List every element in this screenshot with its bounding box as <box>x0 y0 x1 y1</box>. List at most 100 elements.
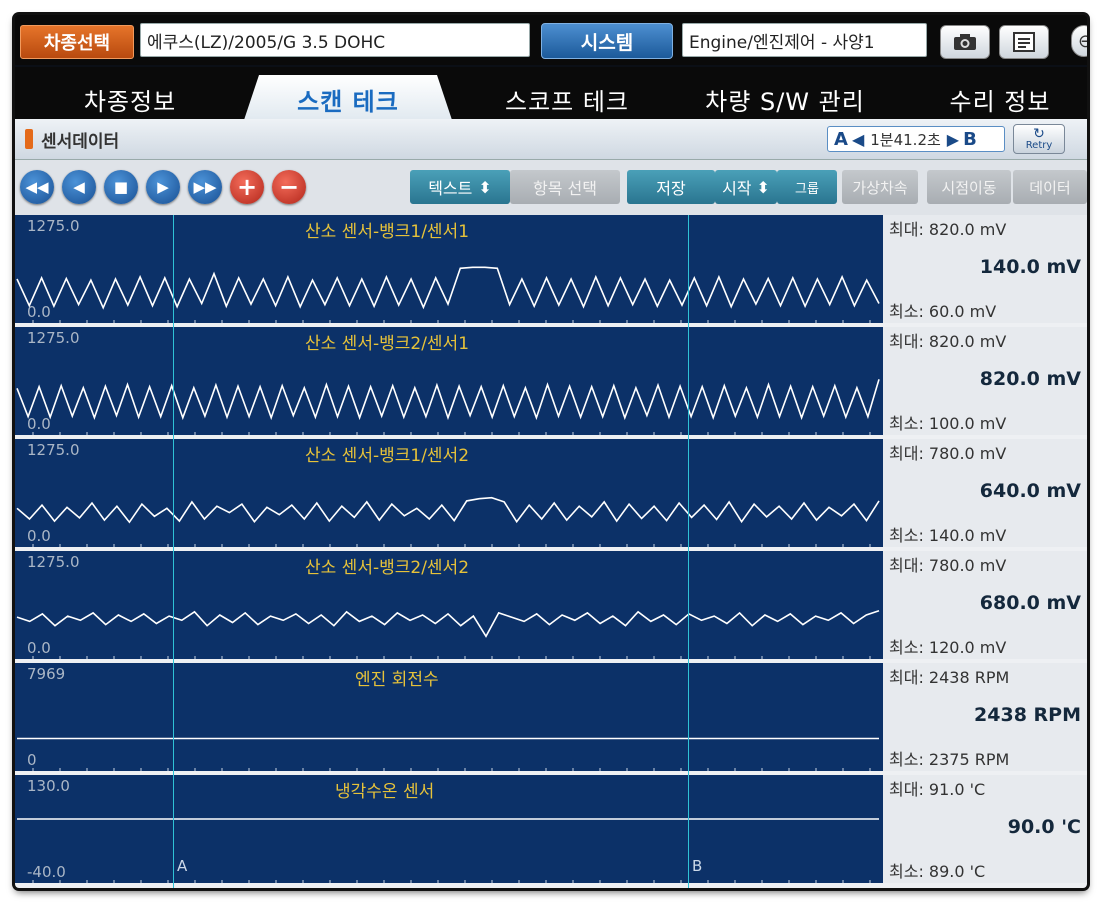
chart-title: 산소 센서-뱅크2/센서2 <box>305 558 470 578</box>
virtual-speed-button[interactable]: 가상차속 <box>842 170 918 204</box>
zoom-in-icon[interactable]: + <box>230 170 264 204</box>
text-button[interactable]: 텍스트 ⬍ <box>410 170 510 204</box>
page-title: 센서데이터 <box>41 132 120 152</box>
value-readout: 최대: 820.0 mV 820.0 mV 최소: 100.0 mV <box>883 327 1087 435</box>
toolbar: ◀◀ ◀ ■ ▶ ▶▶ + − 텍스트 ⬍ 항목 선택 저장 시작 ⬍ 그룹 가상차… <box>15 160 1087 215</box>
chart-title: 냉각수온 센서 <box>335 782 435 802</box>
chart-panel: 1275.0 0.0 산소 센서-뱅크2/센서1 <box>15 327 883 435</box>
chart-title: 엔진 회전수 <box>355 670 439 690</box>
tab-bar: 차종정보 스캔 테크 스코프 테크 차량 S/W 관리 수리 정보 <box>15 67 1087 123</box>
current-value: 90.0 'C <box>1007 816 1081 838</box>
sensor-data-titlebar: 센서데이터 A ◀ 1분41.2초 ▶ B ↻ Retry <box>15 119 1087 160</box>
min-value: 최소: 89.0 'C <box>889 862 986 881</box>
tab-scope-tech[interactable]: 스코프 테크 <box>467 75 667 123</box>
system-field[interactable]: Engine/엔진제어 - 사양1 <box>682 23 927 57</box>
min-value: 최소: 140.0 mV <box>889 526 1007 545</box>
current-value: 140.0 mV <box>979 256 1081 278</box>
value-readout: 최대: 91.0 'C 90.0 'C 최소: 89.0 'C <box>883 775 1087 883</box>
camera-icon[interactable] <box>940 25 990 59</box>
chart-panel: 130.0 -40.0 냉각수온 센서 <box>15 775 883 883</box>
stop-icon[interactable]: ■ <box>104 170 138 204</box>
current-value: 820.0 mV <box>979 368 1081 390</box>
data-button[interactable]: 데이터 <box>1013 170 1087 204</box>
chart-plot <box>17 818 879 883</box>
zoom-out-icon[interactable]: − <box>272 170 306 204</box>
retry-label: Retry <box>1025 140 1053 151</box>
fast-forward-icon[interactable]: ▶▶ <box>188 170 222 204</box>
vehicle-field[interactable]: 에쿠스(LZ)/2005/G 3.5 DOHC <box>140 23 530 57</box>
left-arrow-icon[interactable]: ◀ <box>852 130 864 149</box>
value-readout: 최대: 780.0 mV 640.0 mV 최소: 140.0 mV <box>883 439 1087 547</box>
cursor-a-line[interactable] <box>173 215 174 888</box>
min-value: 최소: 120.0 mV <box>889 638 1007 657</box>
max-value: 최대: 2438 RPM <box>889 668 1010 687</box>
cursor-b-line[interactable] <box>688 215 689 888</box>
tab-sw-management[interactable]: 차량 S/W 관리 <box>685 75 885 123</box>
min-value: 최소: 2375 RPM <box>889 750 1010 769</box>
max-value: 최대: 820.0 mV <box>889 220 1007 239</box>
retry-icon: ↻ <box>1033 126 1045 142</box>
series-line <box>16 609 880 638</box>
select-items-button[interactable]: 항목 선택 <box>510 170 620 204</box>
sensor-chart-area: 1275.0 0.0 산소 센서-뱅크1/센서1 최대: 820.0 mV 140.0 … <box>15 215 1087 888</box>
chart-title: 산소 센서-뱅크1/센서1 <box>305 222 470 242</box>
min-value: 최소: 60.0 mV <box>889 302 997 321</box>
current-value: 680.0 mV <box>979 592 1081 614</box>
y-max-label: 1275.0 <box>27 441 80 459</box>
title-marker <box>25 129 33 149</box>
y-max-label: 1275.0 <box>27 217 80 235</box>
current-value: 640.0 mV <box>979 480 1081 502</box>
value-readout: 최대: 820.0 mV 140.0 mV 최소: 60.0 mV <box>883 215 1087 323</box>
chart-plot <box>17 737 879 771</box>
y-max-label: 7969 <box>27 665 66 683</box>
y-min-label: -40.0 <box>27 863 66 881</box>
start-button[interactable]: 시작 ⬍ <box>715 170 777 204</box>
chart-panel: 7969 0 엔진 회전수 <box>15 663 883 771</box>
right-arrow-icon[interactable]: ▶ <box>947 130 959 149</box>
y-max-label: 130.0 <box>27 777 70 795</box>
y-min-label: 0.0 <box>27 303 51 321</box>
y-min-label: 0 <box>27 751 37 769</box>
app-window: 차종선택 에쿠스(LZ)/2005/G 3.5 DOHC 시스템 Engine/… <box>15 15 1087 888</box>
max-value: 최대: 91.0 'C <box>889 780 986 799</box>
chart-panel: 1275.0 0.0 산소 센서-뱅크2/센서2 <box>15 551 883 659</box>
cursor-interval-box[interactable]: A ◀ 1분41.2초 ▶ B <box>827 126 1005 152</box>
max-value: 최대: 820.0 mV <box>889 332 1007 351</box>
series-line <box>16 496 880 524</box>
tab-scan-tech[interactable]: 스캔 테크 <box>243 75 453 123</box>
exit-icon[interactable]: ⊖ <box>1071 25 1087 57</box>
retry-button[interactable]: ↻ Retry <box>1013 124 1065 154</box>
chart-panel: 1275.0 0.0 산소 센서-뱅크1/센서2 <box>15 439 883 547</box>
vehicle-select-button[interactable]: 차종선택 <box>20 25 134 59</box>
save-button[interactable]: 저장 <box>627 170 715 204</box>
cursor-a-label: A <box>834 128 848 150</box>
min-value: 최소: 100.0 mV <box>889 414 1007 433</box>
tab-vehicle-info[interactable]: 차종정보 <box>35 75 225 123</box>
tab-repair-info[interactable]: 수리 정보 <box>915 75 1085 123</box>
chart-title: 산소 센서-뱅크2/센서1 <box>305 334 470 354</box>
cursor-b-label: B <box>963 128 977 150</box>
play-icon[interactable]: ▶ <box>146 170 180 204</box>
current-value: 2438 RPM <box>974 704 1081 726</box>
max-value: 최대: 780.0 mV <box>889 444 1007 463</box>
time-shift-button[interactable]: 시점이동 <box>927 170 1011 204</box>
document-icon[interactable] <box>999 25 1049 59</box>
chart-panel: 1275.0 0.0 산소 센서-뱅크1/센서1 <box>15 215 883 323</box>
rewind-icon[interactable]: ◀◀ <box>20 170 54 204</box>
value-readout: 최대: 780.0 mV 680.0 mV 최소: 120.0 mV <box>883 551 1087 659</box>
max-value: 최대: 780.0 mV <box>889 556 1007 575</box>
cursor-b-marker: B <box>692 857 703 875</box>
system-button[interactable]: 시스템 <box>541 23 673 59</box>
chart-title: 산소 센서-뱅크1/센서2 <box>305 446 470 466</box>
y-min-label: 0.0 <box>27 415 51 433</box>
group-button[interactable]: 그룹 <box>777 170 837 204</box>
y-min-label: 0.0 <box>27 639 51 657</box>
cursor-a-marker: A <box>177 857 188 875</box>
step-back-icon[interactable]: ◀ <box>62 170 96 204</box>
value-readout: 최대: 2438 RPM 2438 RPM 최소: 2375 RPM <box>883 663 1087 771</box>
y-min-label: 0.0 <box>27 527 51 545</box>
series-line <box>16 379 880 421</box>
cursor-interval-time: 1분41.2초 <box>870 130 941 149</box>
top-bar: 차종선택 에쿠스(LZ)/2005/G 3.5 DOHC 시스템 Engine/… <box>15 15 1087 65</box>
series-line <box>16 266 880 310</box>
